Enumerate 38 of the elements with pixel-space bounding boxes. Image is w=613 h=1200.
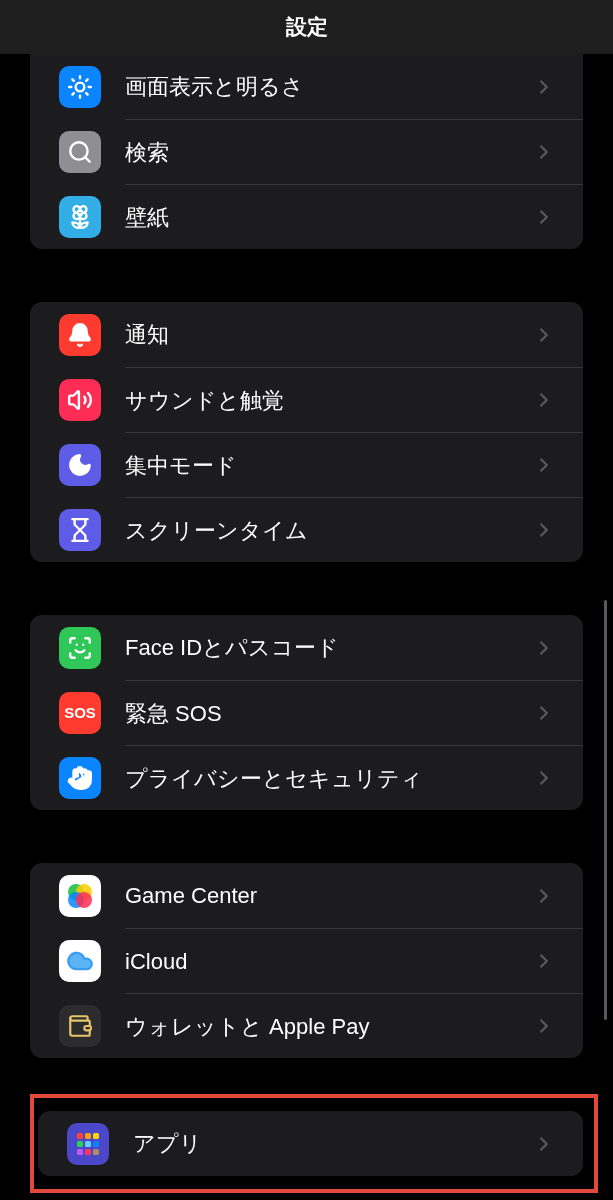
face-scan-icon [67, 634, 93, 661]
settings-row[interactable]: 画面表示と明るさ [30, 54, 583, 119]
row-label: アプリ [133, 1130, 203, 1158]
settings-row[interactable]: サウンドと触覚 [30, 367, 583, 432]
settings-row[interactable]: 通知 [30, 302, 583, 367]
row-label: 検索 [125, 138, 170, 167]
header-title: 設定 [285, 14, 328, 41]
settings-row[interactable]: Face IDとパスコード [30, 615, 583, 680]
row-label: 画面表示と明るさ [125, 73, 305, 101]
row-label: サウンドと触覚 [125, 386, 285, 415]
settings-row[interactable]: ウォレットと Apple Pay [30, 993, 583, 1058]
settings-row[interactable]: 壁紙 [30, 184, 583, 249]
wallet-icon [67, 1012, 93, 1039]
row-label: iCloud [125, 947, 189, 976]
row-label: 壁紙 [125, 203, 170, 232]
settings-row[interactable]: スクリーンタイム [30, 497, 583, 562]
settings-row[interactable]: アプリ [38, 1111, 583, 1176]
row-label: 通知 [125, 321, 170, 349]
app-grid-icon [76, 1131, 100, 1156]
settings-row[interactable]: 検索 [30, 119, 583, 184]
row-label: ウォレットと Apple Pay [125, 1012, 371, 1041]
bell-icon [67, 321, 93, 348]
row-label: Game Center [125, 882, 259, 910]
row-label: プライバシーとセキュリティ [125, 764, 424, 793]
hand-icon [67, 764, 93, 791]
row-label: 集中モード [125, 451, 238, 480]
row-label: スクリーンタイム [125, 516, 309, 545]
row-label: Face IDとパスコード [125, 634, 341, 662]
settings-row[interactable]: プライバシーとセキュリティ [30, 745, 583, 810]
settings-row[interactable]: Game Center [30, 863, 583, 928]
row-label: 緊急 SOS [125, 699, 223, 728]
sos-icon: SOS [64, 705, 96, 720]
moon-icon [67, 451, 93, 478]
settings-row[interactable]: SOS 緊急 SOS [30, 680, 583, 745]
search-icon [67, 138, 93, 165]
settings-row[interactable]: 集中モード [30, 432, 583, 497]
settings-row[interactable]: iCloud [30, 928, 583, 993]
sun-icon [67, 73, 93, 100]
